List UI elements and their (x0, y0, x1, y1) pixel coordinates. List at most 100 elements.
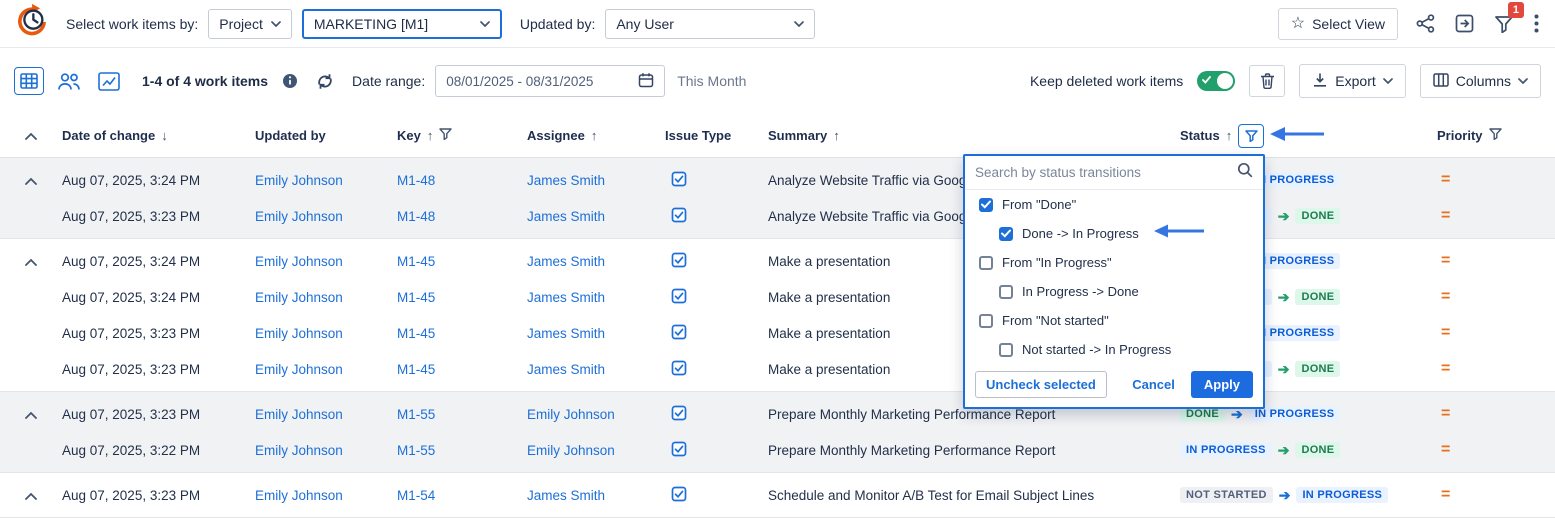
status-filter-option[interactable]: From "Done" (965, 190, 1263, 219)
select-view-button[interactable]: ☆ Select View (1278, 8, 1398, 40)
saved-filters-icon[interactable]: 1 (1492, 13, 1516, 35)
status-filter-option[interactable]: From "Not started" (965, 306, 1263, 335)
header-key[interactable]: Key ↑ (397, 128, 527, 143)
updated-by-link[interactable]: Emily Johnson (255, 254, 343, 269)
collapse-group-chevron-icon[interactable] (25, 488, 37, 503)
priority-medium-icon: = (1437, 324, 1450, 341)
refresh-icon[interactable] (314, 71, 336, 92)
key-link[interactable]: M1-48 (397, 173, 435, 188)
collapse-all-chevron-icon[interactable] (0, 132, 62, 140)
checkbox[interactable] (999, 285, 1013, 299)
header-summary[interactable]: Summary ↑ (768, 128, 1180, 143)
assignee-link[interactable]: James Smith (527, 362, 605, 377)
updated-by-link[interactable]: Emily Johnson (255, 443, 343, 458)
updated-by-link[interactable]: Emily Johnson (255, 209, 343, 224)
table-row[interactable]: Aug 07, 2025, 3:23 PM Emily Johnson M1-5… (0, 477, 1555, 513)
updated-by-link[interactable]: Emily Johnson (255, 488, 343, 503)
status-filter-search-row (965, 156, 1263, 190)
project-dropdown[interactable]: MARKETING [M1] (302, 9, 502, 39)
header-updated-by[interactable]: Updated by (255, 128, 397, 143)
table-view-toggle[interactable] (14, 67, 44, 95)
updated-by-dropdown[interactable]: Any User (605, 9, 815, 39)
assignee-link[interactable]: James Smith (527, 254, 605, 269)
updated-by-link[interactable]: Emily Johnson (255, 173, 343, 188)
table-row[interactable]: Aug 07, 2025, 3:23 PM Emily Johnson M1-4… (0, 315, 1555, 351)
collapse-group-chevron-icon[interactable] (25, 173, 37, 188)
assignee-link[interactable]: Emily Johnson (527, 407, 615, 422)
status-filter-option[interactable]: Not started -> In Progress (965, 335, 1263, 364)
chevron-down-icon (794, 21, 804, 27)
apply-button[interactable]: Apply (1191, 371, 1253, 398)
key-link[interactable]: M1-45 (397, 326, 435, 341)
assignee-link[interactable]: James Smith (527, 488, 605, 503)
key-link[interactable]: M1-54 (397, 488, 435, 503)
task-type-icon (671, 405, 687, 424)
header-issue-type[interactable]: Issue Type (665, 128, 768, 143)
share-icon[interactable] (1414, 12, 1437, 35)
priority-filter-icon[interactable] (1489, 128, 1502, 143)
columns-icon (1433, 73, 1449, 90)
assignee-link[interactable]: James Smith (527, 290, 605, 305)
assignee-link[interactable]: Emily Johnson (527, 443, 615, 458)
trash-icon[interactable] (1249, 65, 1285, 97)
toggle-knob (1217, 73, 1233, 89)
sort-asc-icon[interactable]: ↑ (833, 128, 840, 143)
people-view-toggle[interactable] (54, 67, 84, 95)
status-filter-option[interactable]: In Progress -> Done (965, 277, 1263, 306)
table-row[interactable]: Aug 07, 2025, 3:23 PM Emily Johnson M1-4… (0, 198, 1555, 234)
key-link[interactable]: M1-48 (397, 209, 435, 224)
assignee-link[interactable]: James Smith (527, 173, 605, 188)
checkbox[interactable] (979, 198, 993, 212)
export-button[interactable]: Export (1299, 64, 1405, 98)
sort-asc-icon[interactable]: ↑ (427, 128, 434, 143)
mode-dropdown[interactable]: Project (208, 9, 292, 39)
open-panel-icon[interactable] (1453, 12, 1476, 35)
table-row[interactable]: Aug 07, 2025, 3:22 PM Emily Johnson M1-5… (0, 432, 1555, 468)
table-row[interactable]: Aug 07, 2025, 3:23 PM Emily Johnson M1-5… (0, 396, 1555, 432)
key-link[interactable]: M1-55 (397, 407, 435, 422)
key-link[interactable]: M1-45 (397, 254, 435, 269)
date-range-input[interactable]: 08/01/2025 - 08/31/2025 (435, 65, 665, 97)
header-assignee[interactable]: Assignee ↑ (527, 128, 665, 143)
table-row[interactable]: Aug 07, 2025, 3:23 PM Emily Johnson M1-4… (0, 351, 1555, 387)
checkbox[interactable] (999, 227, 1013, 241)
status-filter-icon[interactable] (1238, 124, 1264, 148)
task-type-icon (671, 288, 687, 307)
header-date-of-change[interactable]: Date of change ↓ (62, 128, 255, 143)
updated-by-link[interactable]: Emily Johnson (255, 362, 343, 377)
collapse-group-chevron-icon[interactable] (25, 254, 37, 269)
updated-by-link[interactable]: Emily Johnson (255, 407, 343, 422)
assignee-link[interactable]: James Smith (527, 326, 605, 341)
summary-cell: Prepare Monthly Marketing Performance Re… (768, 443, 1180, 458)
sort-asc-icon[interactable]: ↑ (1226, 128, 1233, 143)
cancel-button[interactable]: Cancel (1132, 377, 1175, 392)
updated-by-link[interactable]: Emily Johnson (255, 290, 343, 305)
status-filter-search-input[interactable] (975, 165, 1229, 180)
info-icon[interactable] (280, 71, 300, 91)
header-priority[interactable]: Priority (1437, 128, 1555, 143)
status-filter-option-label: From "In Progress" (1002, 255, 1112, 270)
kebab-menu-icon[interactable] (1532, 12, 1541, 35)
checkbox[interactable] (979, 314, 993, 328)
assignee-link[interactable]: James Smith (527, 209, 605, 224)
sort-desc-icon[interactable]: ↓ (161, 128, 168, 143)
key-link[interactable]: M1-55 (397, 443, 435, 458)
uncheck-selected-button[interactable]: Uncheck selected (975, 371, 1107, 398)
table-row[interactable]: Aug 07, 2025, 3:24 PM Emily Johnson M1-4… (0, 279, 1555, 315)
sort-asc-icon[interactable]: ↑ (591, 128, 598, 143)
keep-deleted-toggle[interactable] (1197, 71, 1235, 91)
table-row[interactable]: Aug 07, 2025, 3:24 PM Emily Johnson M1-4… (0, 243, 1555, 279)
key-link[interactable]: M1-45 (397, 362, 435, 377)
table-row[interactable]: Aug 07, 2025, 3:24 PM Emily Johnson M1-4… (0, 162, 1555, 198)
status-filter-option[interactable]: Done -> In Progress (965, 219, 1263, 248)
status-filter-option[interactable]: From "In Progress" (965, 248, 1263, 277)
chart-view-toggle[interactable] (94, 67, 124, 95)
collapse-group-chevron-icon[interactable] (25, 407, 37, 422)
key-filter-icon[interactable] (439, 128, 452, 143)
updated-by-link[interactable]: Emily Johnson (255, 326, 343, 341)
key-link[interactable]: M1-45 (397, 290, 435, 305)
columns-button[interactable]: Columns (1420, 64, 1541, 98)
updated-by-dropdown-value: Any User (616, 16, 674, 32)
checkbox[interactable] (979, 256, 993, 270)
checkbox[interactable] (999, 343, 1013, 357)
